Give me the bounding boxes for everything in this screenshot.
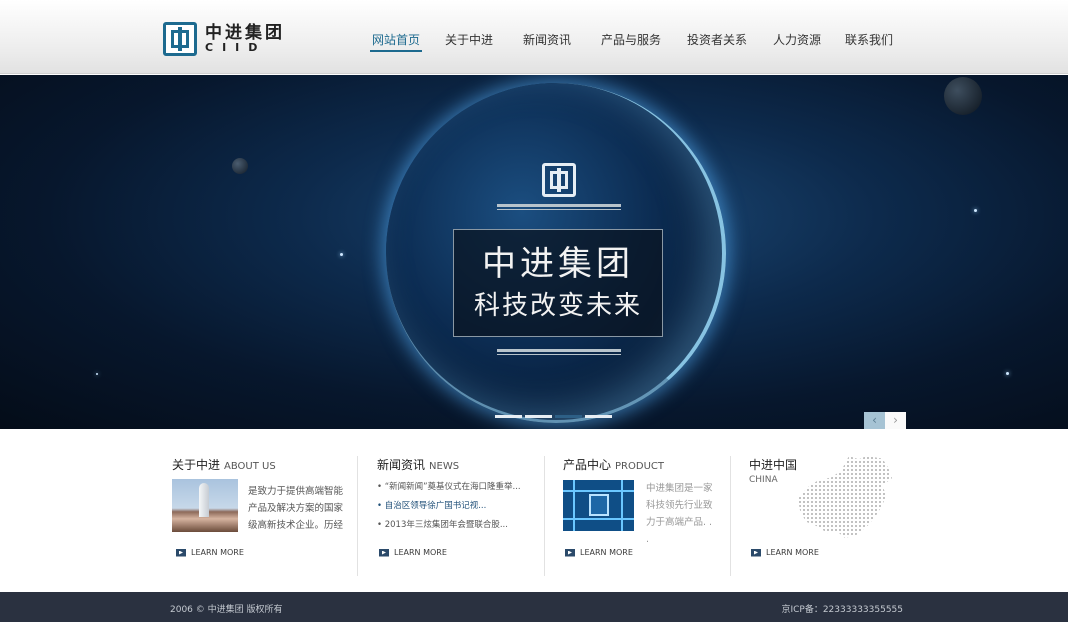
about-section: 关于中进 ABOUT US 是致力于提供高端智能产品及解决方案的国家级高新技术企业… bbox=[172, 456, 352, 582]
slide-dot[interactable] bbox=[585, 415, 612, 418]
logo-icon bbox=[163, 22, 197, 56]
chevron-right-icon[interactable]: › bbox=[885, 412, 906, 429]
banner-rule-top bbox=[497, 204, 621, 210]
news-learn-more-label: LEARN MORE bbox=[394, 548, 447, 557]
icp-text: 京ICP备：22333333355555 bbox=[781, 605, 903, 615]
nav-item-investors[interactable]: 投资者关系 bbox=[687, 31, 747, 48]
product-title-cn: 产品中心 bbox=[563, 458, 612, 472]
news-list: • “新闻新闻”奠基仪式在海口隆重举... • 自治区领导徐广国书记视... •… bbox=[377, 478, 527, 535]
news-title-cn: 新闻资讯 bbox=[377, 458, 426, 472]
news-title-en: NEWS bbox=[429, 461, 460, 472]
news-item[interactable]: • “新闻新闻”奠基仪式在海口隆重举... bbox=[377, 478, 527, 497]
about-title-en: ABOUT US bbox=[224, 461, 276, 472]
about-learn-more-label: LEARN MORE bbox=[191, 548, 244, 557]
banner-subtitle: 科技改变未来 bbox=[473, 291, 642, 321]
product-text: 中进集团是一家科技领先行业致力于高端产品. . . bbox=[646, 483, 713, 545]
banner-rule-bottom bbox=[497, 349, 621, 355]
product-title: 产品中心 PRODUCT bbox=[563, 456, 723, 473]
about-text: 是致力于提供高端智能产品及解决方案的国家级高新技术企业。历经 bbox=[248, 486, 344, 531]
china-learn-more-label: LEARN MORE bbox=[766, 548, 819, 557]
chevron-left-icon[interactable]: ‹ bbox=[864, 412, 885, 429]
moon bbox=[944, 77, 982, 115]
nav-item-hr[interactable]: 人力资源 bbox=[773, 31, 821, 48]
star bbox=[974, 209, 977, 212]
arrow-icon bbox=[565, 548, 575, 557]
nav-item-news[interactable]: 新闻资讯 bbox=[523, 31, 571, 48]
banner-logo-icon bbox=[542, 163, 576, 197]
site-header: 中进集团 CIID 网站首页 关于中进 新闻资讯 产品与服务 投资者关系 人力资… bbox=[0, 0, 1068, 74]
star bbox=[1006, 372, 1009, 375]
about-title: 关于中进 ABOUT US bbox=[172, 456, 352, 473]
brand-logo[interactable]: 中进集团 CIID bbox=[163, 22, 285, 56]
news-title: 新闻资讯 NEWS bbox=[377, 456, 542, 473]
copyright-text: 2006 © 中进集团 版权所有 bbox=[170, 605, 283, 615]
brand-name-en: CIID bbox=[205, 41, 267, 54]
product-learn-more-label: LEARN MORE bbox=[580, 548, 633, 557]
news-item[interactable]: • 2013年三炫集团年会暨联合股... bbox=[377, 516, 527, 535]
china-section: 中进中国 CHINA LEARN MORE bbox=[749, 456, 899, 582]
about-image bbox=[172, 479, 238, 532]
product-title-en: PRODUCT bbox=[615, 461, 664, 472]
product-learn-more[interactable]: LEARN MORE bbox=[565, 548, 633, 557]
banner-caption-box: 中进集团 科技改变未来 bbox=[453, 229, 663, 337]
section-divider bbox=[730, 456, 731, 576]
about-title-cn: 关于中进 bbox=[172, 458, 221, 472]
nav-item-home[interactable]: 网站首页 bbox=[369, 31, 423, 52]
news-item[interactable]: • 自治区领导徐广国书记视... bbox=[377, 497, 527, 516]
slide-dot-active[interactable] bbox=[555, 415, 582, 418]
nav-item-products[interactable]: 产品与服务 bbox=[601, 31, 661, 48]
china-title-en: CHINA bbox=[749, 475, 778, 485]
nav-item-contact[interactable]: 联系我们 bbox=[845, 31, 893, 48]
slide-dot[interactable] bbox=[495, 415, 522, 418]
star bbox=[96, 373, 98, 375]
news-learn-more[interactable]: LEARN MORE bbox=[379, 548, 447, 557]
product-image bbox=[563, 480, 634, 531]
banner-title: 中进集团 bbox=[482, 244, 634, 284]
slide-dot[interactable] bbox=[525, 415, 552, 418]
arrow-icon bbox=[751, 548, 761, 557]
brand-name-cn: 中进集团 bbox=[205, 23, 285, 43]
site-footer: 2006 © 中进集团 版权所有 京ICP备：22333333355555 bbox=[0, 592, 1068, 622]
section-divider bbox=[357, 456, 358, 576]
china-learn-more[interactable]: LEARN MORE bbox=[751, 548, 819, 557]
product-section: 产品中心 PRODUCT 中进集团是一家科技领先行业致力于高端产品. . . LE… bbox=[563, 456, 723, 582]
star bbox=[340, 253, 343, 256]
slide-indicators bbox=[495, 415, 612, 418]
arrow-icon bbox=[176, 548, 186, 557]
section-divider bbox=[544, 456, 545, 576]
nav-item-about[interactable]: 关于中进 bbox=[445, 31, 493, 48]
moon bbox=[232, 158, 248, 174]
about-learn-more[interactable]: LEARN MORE bbox=[176, 548, 244, 557]
news-section: 新闻资讯 NEWS • “新闻新闻”奠基仪式在海口隆重举... • 自治区领导徐广… bbox=[377, 456, 542, 582]
arrow-icon bbox=[379, 548, 389, 557]
hero-banner[interactable]: 中进集团 科技改变未来 ‹ › bbox=[0, 75, 1068, 429]
